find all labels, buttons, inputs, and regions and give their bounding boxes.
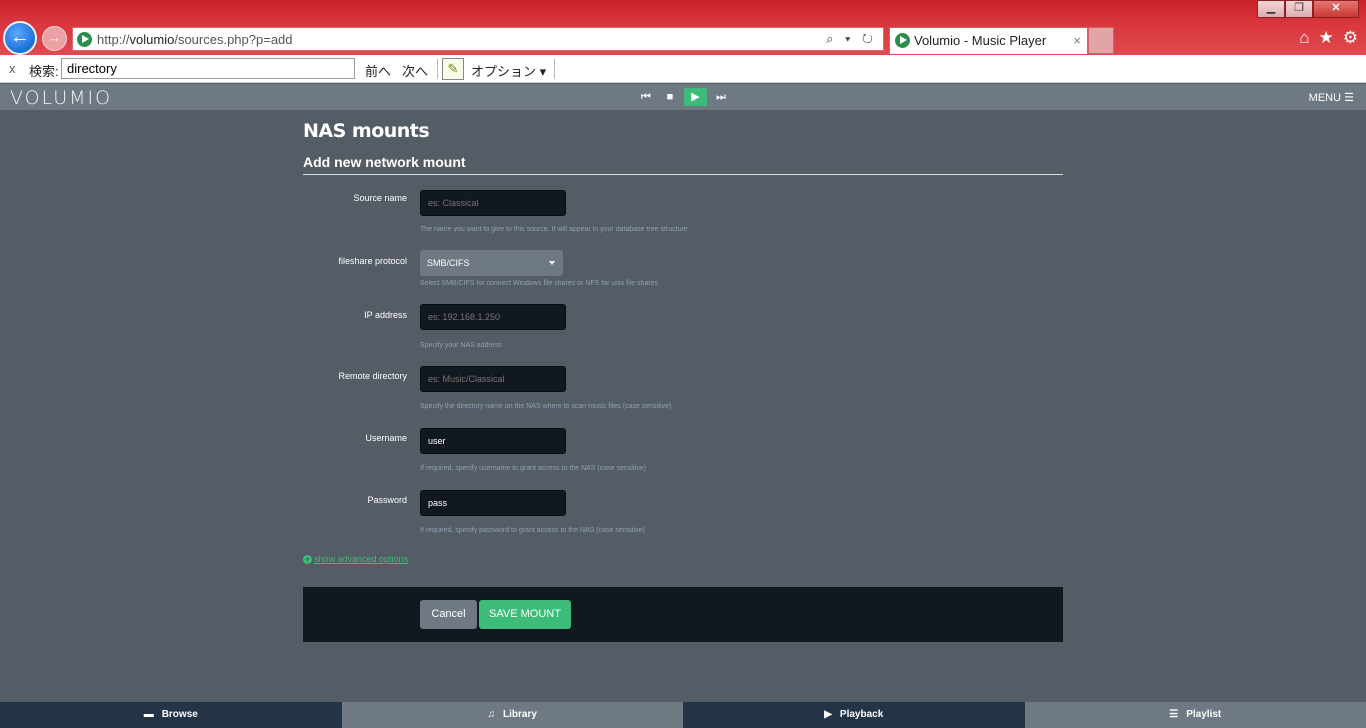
username-label: Username <box>365 433 407 443</box>
password-input[interactable] <box>420 490 566 516</box>
find-divider <box>437 59 438 79</box>
tab-favicon-icon <box>895 33 910 48</box>
find-prev-button[interactable]: 前へ <box>365 61 391 80</box>
ip-address-label: IP address <box>364 310 407 320</box>
volumio-logo[interactable]: VOLUMIO <box>10 87 112 109</box>
tab-browse-label: Browse <box>161 709 198 720</box>
browser-tab[interactable]: Volumio - Music Player × <box>889 27 1088 54</box>
source-name-input[interactable] <box>420 190 566 216</box>
browser-toolbar-icons: ⌂ ★ ⚙ <box>1299 28 1358 48</box>
find-close-button[interactable]: x <box>9 61 16 76</box>
back-button[interactable]: ← <box>3 21 37 55</box>
forward-button[interactable]: → <box>42 26 67 51</box>
stop-icon[interactable]: ■ <box>662 88 678 106</box>
address-tools[interactable]: ⌕ ▾ ↻ <box>826 31 877 47</box>
bottom-navigation: ▬ Browse ♫ Library ▶ Playback ☰ Playlist <box>0 702 1366 728</box>
page-title: NAS mounts <box>303 120 430 142</box>
previous-track-icon[interactable]: ⏮ <box>639 88 653 106</box>
play-triangle-icon: ▶ <box>824 709 832 720</box>
tab-library[interactable]: ♫ Library <box>341 702 683 728</box>
minimize-button[interactable]: ▁ <box>1257 0 1285 18</box>
section-subtitle: Add new network mount <box>303 154 466 170</box>
header-divider <box>303 174 1063 175</box>
protocol-select-value: SMB/CIFS <box>427 258 470 268</box>
menu-list-icon: ☰ <box>1344 92 1354 104</box>
home-icon[interactable]: ⌂ <box>1299 28 1309 48</box>
protocol-help: Select SMB/CIFS for connect Windows file… <box>420 280 659 287</box>
tab-title: Volumio - Music Player <box>914 33 1047 48</box>
tab-playback-label: Playback <box>839 709 884 720</box>
window-controls: ▁ ❐ ✕ <box>1257 0 1359 18</box>
tab-playlist[interactable]: ☰ Playlist <box>1024 702 1366 728</box>
find-label: 検索: <box>29 64 59 79</box>
tab-playlist-label: Playlist <box>1186 709 1222 720</box>
ip-address-help: Specify your NAS address <box>420 342 502 349</box>
volumio-header: VOLUMIO ⏮ ■ ▶ ⏭ MENU ☰ <box>0 84 1366 110</box>
protocol-label: fileshare protocol <box>338 256 407 266</box>
new-tab-button[interactable] <box>1088 27 1114 54</box>
window-close-button[interactable]: ✕ <box>1313 0 1359 18</box>
source-name-help: The name you want to give to this source… <box>420 226 688 233</box>
menu-label: MENU <box>1308 92 1342 104</box>
settings-gear-icon[interactable]: ⚙ <box>1343 28 1358 48</box>
tab-library-label: Library <box>503 709 537 720</box>
advanced-link-text: show advanced options <box>314 554 409 564</box>
address-bar[interactable]: http://volumio/sources.php?p=add ⌕ ▾ ↻ <box>72 27 884 51</box>
address-url[interactable]: http://volumio/sources.php?p=add <box>97 32 293 47</box>
protocol-select[interactable]: SMB/CIFS <box>420 250 563 276</box>
list-icon: ☰ <box>1169 709 1179 720</box>
find-next-button[interactable]: 次へ <box>402 61 428 80</box>
tab-playback[interactable]: ▶ Playback <box>683 702 1025 728</box>
find-options-button[interactable]: オプション ▾ <box>471 61 546 80</box>
find-divider-end <box>554 59 555 79</box>
play-icon[interactable]: ▶ <box>684 88 707 106</box>
highlight-pen-icon[interactable]: ✎ <box>442 58 464 80</box>
tab-close-icon[interactable]: × <box>1073 33 1081 48</box>
remote-directory-label: Remote directory <box>338 371 407 381</box>
username-input[interactable] <box>420 428 566 454</box>
find-input[interactable] <box>61 58 355 79</box>
plus-circle-icon: + <box>303 554 312 564</box>
save-mount-button[interactable]: SAVE MOUNT <box>479 600 571 629</box>
tab-browse[interactable]: ▬ Browse <box>0 702 342 728</box>
remote-directory-help: Specify the directory name on the NAS wh… <box>420 403 672 410</box>
music-note-icon: ♫ <box>487 709 496 720</box>
folder-icon: ▬ <box>143 709 154 720</box>
browser-titlebar: ← → http://volumio/sources.php?p=add ⌕ ▾… <box>0 0 1366 55</box>
menu-button[interactable]: MENU ☰ <box>1309 91 1354 104</box>
password-label: Password <box>367 495 407 505</box>
source-name-label: Source name <box>353 193 407 203</box>
restore-button[interactable]: ❐ <box>1285 0 1313 18</box>
form-actions: Cancel SAVE MOUNT <box>303 587 1063 642</box>
next-track-icon[interactable]: ⏭ <box>714 88 728 106</box>
ip-address-input[interactable] <box>420 304 566 330</box>
favorites-star-icon[interactable]: ★ <box>1319 28 1334 48</box>
username-help: If required, specify username to grant a… <box>420 465 647 472</box>
remote-directory-input[interactable] <box>420 366 566 392</box>
cancel-button[interactable]: Cancel <box>420 600 477 629</box>
find-bar: x 検索: 前へ 次へ ✎ オプション ▾ <box>0 55 1366 83</box>
chevron-down-icon <box>549 261 555 265</box>
show-advanced-options-link[interactable]: + show advanced options <box>303 554 408 564</box>
site-favicon-icon <box>77 32 92 47</box>
password-help: If required, specify password to grant a… <box>420 527 645 534</box>
